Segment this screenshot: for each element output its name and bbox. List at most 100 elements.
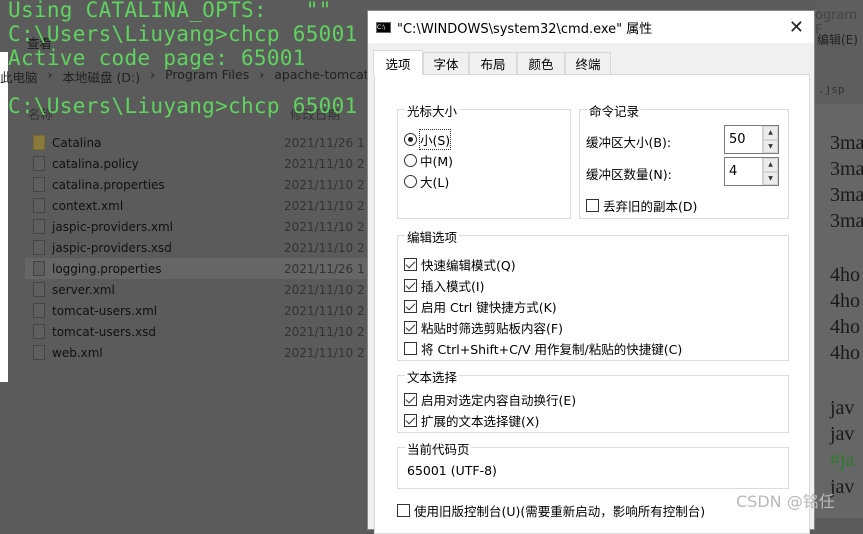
checkbox-option[interactable]: 启用 Ctrl 键快捷方式(K) [404, 297, 557, 316]
watermark: CSDN @铭任 [736, 492, 835, 511]
tab-font[interactable]: 字体 [423, 52, 469, 74]
edit-options-group: 编辑选项 快速编辑模式(Q) 插入模式(I) 启用 Ctrl 键快捷方式(K) 粘贴时… [397, 227, 789, 361]
editor-line: 3ma [830, 132, 863, 154]
checkbox[interactable] [404, 342, 417, 355]
checkbox-label: 插入模式(I) [421, 279, 485, 294]
file-icon [33, 303, 45, 318]
radio-small[interactable]: 小(S) [404, 129, 452, 150]
discard-old-duplicates[interactable]: 丢弃旧的副本(D) [586, 196, 697, 215]
file-row[interactable]: jaspic-providers.xml 2021/11/10 2 [25, 216, 370, 237]
close-icon[interactable]: ✕ [789, 17, 804, 38]
checkbox-option[interactable]: 插入模式(I) [404, 276, 484, 295]
dialog-title: "C:\WINDOWS\system32\cmd.exe" 属性 [397, 21, 653, 37]
file-date: 2021/11/10 2 [284, 303, 365, 318]
editor-line: 3ma [830, 184, 863, 206]
file-icon [33, 282, 45, 297]
checkbox-label: 启用对选定内容自动换行(E) [421, 393, 577, 408]
file-date: 2021/11/10 2 [284, 324, 365, 339]
spin-down-icon[interactable]: ▼ [763, 139, 778, 153]
editor-line: 3ma [830, 158, 863, 180]
file-row[interactable]: jaspic-providers.xsd 2021/11/10 2 [25, 237, 370, 258]
file-row[interactable]: catalina.policy 2021/11/10 2 [25, 153, 370, 174]
cursor-size-group: 光标大小 小(S) 中(M) 大(L) [397, 101, 571, 219]
checkbox[interactable] [404, 414, 417, 427]
file-name: tomcat-users.xml [52, 303, 158, 318]
file-row[interactable]: server.xml 2021/11/10 2 [25, 279, 370, 300]
explorer-bottom [0, 385, 367, 518]
radio-button[interactable] [404, 175, 417, 188]
file-row[interactable]: logging.properties 2021/11/26 1 [25, 258, 370, 279]
file-name: jaspic-providers.xsd [52, 240, 172, 255]
editor-line: 3ma [830, 210, 863, 232]
file-row[interactable]: context.xml 2021/11/10 2 [25, 195, 370, 216]
file-row[interactable]: catalina.properties 2021/11/10 2 [25, 174, 370, 195]
checkbox-option[interactable]: 粘贴时筛选剪贴板内容(F) [404, 318, 563, 337]
buffer-size-input[interactable] [725, 126, 762, 153]
checkbox[interactable] [404, 393, 417, 406]
tab-colors[interactable]: 颜色 [517, 52, 565, 74]
file-date: 2021/11/10 2 [284, 345, 365, 360]
file-icon [33, 156, 45, 171]
editor-line: 4ho [830, 342, 860, 364]
spin-up-icon[interactable]: ▲ [763, 126, 778, 140]
checkbox-label: 丢弃旧的副本(D) [603, 199, 698, 214]
radio-label: 大(L) [420, 175, 450, 190]
file-date: 2021/11/10 2 [284, 240, 365, 255]
command-history-group: 命令记录 缓冲区大小(B): ▲▼ 缓冲区数量(N): ▲▼ 丢弃旧的副本(D) [579, 101, 789, 219]
checkbox-option[interactable]: 扩展的文本选择键(X) [404, 411, 539, 430]
file-name: web.xml [52, 345, 103, 360]
file-row[interactable]: tomcat-users.xml 2021/11/10 2 [25, 300, 370, 321]
checkbox[interactable] [404, 258, 417, 271]
radio-button[interactable] [404, 154, 417, 167]
file-icon [33, 240, 45, 255]
checkbox[interactable] [404, 279, 417, 292]
file-date: 2021/11/26 1 [284, 261, 365, 276]
buffer-count-input[interactable] [725, 158, 762, 185]
checkbox[interactable] [586, 199, 599, 212]
file-icon [33, 177, 45, 192]
properties-dialog: C:\ "C:\WINDOWS\system32\cmd.exe" 属性 ✕ 选… [367, 10, 815, 534]
folder-icon [33, 135, 45, 150]
spin-down-icon[interactable]: ▼ [763, 171, 778, 185]
checkbox[interactable] [404, 300, 417, 313]
buffer-count-stepper[interactable]: ▲▼ [724, 157, 779, 186]
checkbox-label: 启用 Ctrl 键快捷方式(K) [421, 300, 557, 315]
file-icon [33, 261, 45, 276]
legacy-console-option[interactable]: 使用旧版控制台(U)(需要重新启动，影响所有控制台) [397, 501, 705, 520]
tab-options[interactable]: 选项 [373, 50, 423, 75]
file-row[interactable]: Catalina 2021/11/26 1 [25, 132, 370, 153]
checkbox-label: 快速编辑模式(Q) [421, 258, 516, 273]
file-date: 2021/11/10 2 [284, 156, 365, 171]
checkbox-option[interactable]: 快速编辑模式(Q) [404, 255, 516, 274]
radio-large[interactable]: 大(L) [404, 172, 449, 191]
radio-label: 小(S) [418, 129, 452, 150]
checkbox-label: 将 Ctrl+Shift+C/V 用作复制/粘贴的快捷键(C) [421, 342, 683, 357]
checkbox-option[interactable]: 启用对选定内容自动换行(E) [404, 390, 576, 409]
cmd-icon: C:\ [376, 21, 391, 33]
tab-terminal[interactable]: 终端 [565, 52, 611, 74]
radio-button[interactable] [404, 133, 417, 146]
file-icon [33, 324, 45, 339]
checkbox[interactable] [397, 504, 410, 517]
tab-layout[interactable]: 布局 [469, 52, 517, 74]
file-row[interactable]: web.xml 2021/11/10 2 [25, 342, 370, 363]
checkbox[interactable] [404, 321, 417, 334]
file-icon [33, 345, 45, 360]
buffer-size-label: 缓冲区大小(B): [586, 135, 672, 150]
checkbox-label: 粘贴时筛选剪贴板内容(F) [421, 321, 563, 336]
file-name: catalina.policy [52, 156, 139, 171]
spin-up-icon[interactable]: ▲ [763, 158, 778, 172]
radio-label: 中(M) [420, 154, 454, 169]
editor-menu-edit[interactable]: 编辑(E) [817, 31, 858, 48]
group-legend: 当前代码页 [405, 439, 472, 458]
radio-medium[interactable]: 中(M) [404, 151, 453, 170]
file-icon [33, 198, 45, 213]
editor-line: 4ho [830, 316, 860, 338]
editor-tab[interactable]: .jsp [818, 83, 845, 96]
checkbox-label: 使用旧版控制台(U)(需要重新启动，影响所有控制台) [414, 504, 706, 519]
checkbox-option[interactable]: 将 Ctrl+Shift+C/V 用作复制/粘贴的快捷键(C) [404, 339, 682, 358]
buffer-size-stepper[interactable]: ▲▼ [724, 125, 779, 154]
codepage-value: 65001 (UTF-8) [407, 463, 497, 478]
file-date: 2021/11/10 2 [284, 219, 365, 234]
file-row[interactable]: tomcat-users.xsd 2021/11/10 2 [25, 321, 370, 342]
